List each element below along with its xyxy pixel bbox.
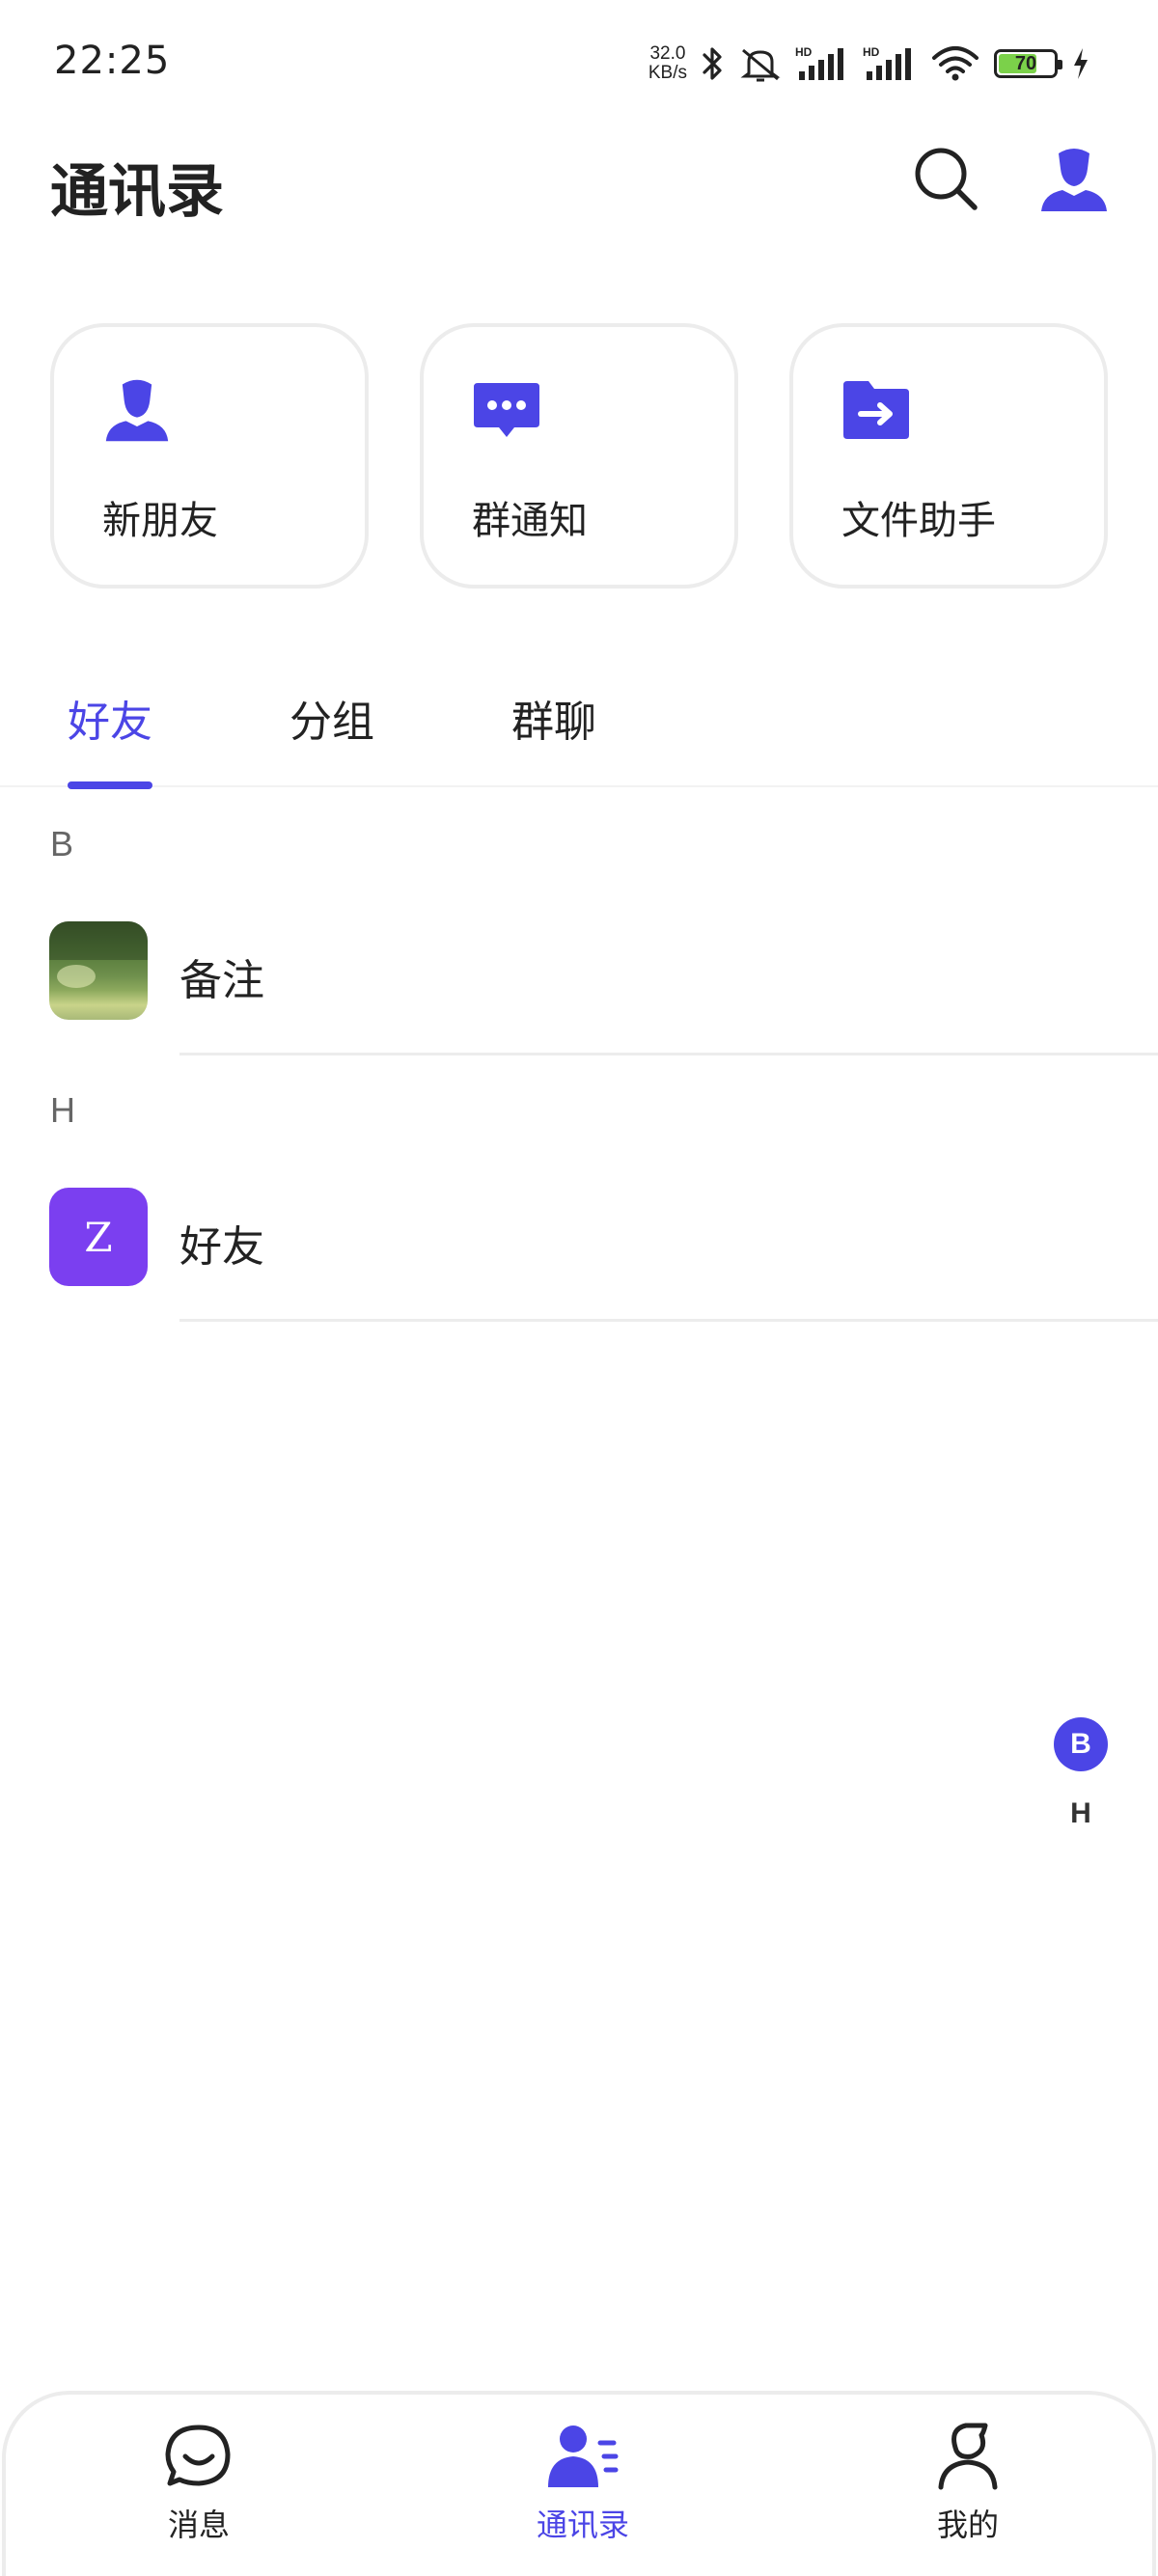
nav-contacts-label: 通讯录: [536, 2507, 629, 2543]
bluetooth-icon: [703, 47, 722, 80]
search-button[interactable]: [902, 135, 989, 222]
tab-friends[interactable]: 好友: [68, 687, 152, 789]
svg-text:HD: HD: [795, 45, 813, 59]
group-notice-card[interactable]: 群通知: [420, 323, 738, 589]
new-friend-card[interactable]: 新朋友: [50, 323, 369, 589]
index-letter-b[interactable]: B: [1054, 1717, 1108, 1771]
me-icon: [931, 2420, 1005, 2493]
nav-messages[interactable]: 消息: [102, 2420, 295, 2545]
group-notice-label: 群通知: [472, 499, 588, 543]
battery-level: 70: [1014, 52, 1037, 74]
file-assistant-card[interactable]: 文件助手: [789, 323, 1108, 589]
file-assistant-icon: [840, 373, 913, 447]
profile-icon: [1041, 149, 1107, 211]
group-notice-icon: [470, 373, 543, 447]
index-letter-h[interactable]: H: [1054, 1787, 1108, 1841]
wifi-icon: [932, 46, 979, 81]
new-friend-icon: [100, 373, 174, 447]
net-speed: 32.0 KB/s: [648, 44, 687, 83]
contact-name: 备注: [179, 956, 264, 1005]
avatar: [49, 921, 148, 1020]
nav-me-label: 我的: [936, 2507, 999, 2543]
contact-tabs: 好友 分组 群聊: [0, 675, 1158, 789]
status-bar: 22:25 32.0 KB/s HD HD 70: [0, 0, 1158, 131]
quick-cards: 新朋友 群通知 文件助手: [50, 323, 1108, 589]
header: 通讯录: [0, 135, 1158, 241]
contact-name: 好友: [179, 1222, 264, 1272]
net-speed-value: 32.0: [649, 43, 686, 64]
tab-friends-label: 好友: [68, 698, 152, 747]
alphabet-index-bar: B H: [1054, 1717, 1108, 1841]
profile-button[interactable]: [1031, 135, 1117, 222]
contact-row[interactable]: Z 好友: [0, 1164, 1158, 1322]
status-icons: 32.0 KB/s HD HD 70: [648, 39, 1090, 89]
section-header-b: B: [50, 824, 74, 863]
avatar-letter: Z: [84, 1213, 113, 1261]
tab-group-chats-label: 群聊: [511, 698, 596, 747]
signal-hd-2-icon: HD: [863, 45, 911, 80]
page-title: 通讯录: [50, 158, 224, 226]
nav-me[interactable]: 我的: [871, 2420, 1064, 2545]
divider: [179, 1319, 1158, 1322]
battery-tip: [1058, 60, 1062, 69]
contact-row[interactable]: 备注: [0, 897, 1158, 1055]
search-icon: [915, 148, 978, 210]
contact-list: B 备注 H Z 好友: [0, 789, 1158, 1322]
tab-indicator: [68, 781, 152, 789]
nav-contacts[interactable]: 通讯录: [486, 2420, 679, 2545]
tab-group-chats[interactable]: 群聊: [511, 687, 596, 787]
contacts-icon: [546, 2420, 620, 2493]
section-header-h: H: [50, 1090, 75, 1130]
tab-groups[interactable]: 分组: [290, 687, 374, 787]
battery-icon: 70: [994, 49, 1062, 78]
divider: [179, 1053, 1158, 1055]
net-speed-unit: KB/s: [648, 63, 687, 83]
tab-groups-label: 分组: [290, 698, 374, 747]
chat-icon: [162, 2420, 235, 2493]
file-assistant-label: 文件助手: [841, 499, 996, 543]
status-time: 22:25: [54, 39, 171, 83]
charging-icon: [1074, 48, 1088, 79]
bottom-nav: 消息 通讯录 我的: [2, 2391, 1156, 2576]
new-friend-label: 新朋友: [102, 499, 218, 543]
signal-hd-1-icon: HD: [795, 45, 843, 80]
svg-text:HD: HD: [863, 45, 880, 59]
nav-messages-label: 消息: [167, 2507, 230, 2543]
mute-icon: [740, 48, 781, 82]
avatar: Z: [49, 1188, 148, 1286]
